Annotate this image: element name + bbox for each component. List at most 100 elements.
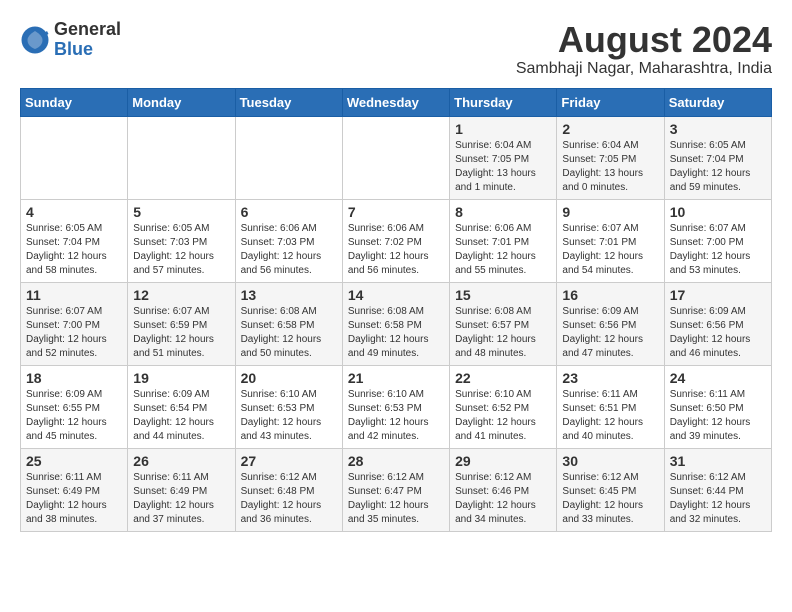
- calendar-cell: 3Sunrise: 6:05 AM Sunset: 7:04 PM Daylig…: [664, 116, 771, 199]
- calendar-cell: 18Sunrise: 6:09 AM Sunset: 6:55 PM Dayli…: [21, 365, 128, 448]
- day-info: Sunrise: 6:10 AM Sunset: 6:53 PM Dayligh…: [348, 388, 444, 444]
- day-info: Sunrise: 6:05 AM Sunset: 7:03 PM Dayligh…: [133, 222, 229, 278]
- calendar-cell: 25Sunrise: 6:11 AM Sunset: 6:49 PM Dayli…: [21, 448, 128, 531]
- day-number: 24: [670, 370, 766, 386]
- day-info: Sunrise: 6:06 AM Sunset: 7:03 PM Dayligh…: [241, 222, 337, 278]
- calendar-cell: 2Sunrise: 6:04 AM Sunset: 7:05 PM Daylig…: [557, 116, 664, 199]
- day-number: 30: [562, 453, 658, 469]
- day-info: Sunrise: 6:12 AM Sunset: 6:46 PM Dayligh…: [455, 471, 551, 527]
- calendar-cell: [235, 116, 342, 199]
- header-friday: Friday: [557, 88, 664, 116]
- day-number: 19: [133, 370, 229, 386]
- calendar-cell: 28 Sunrise: 6:12 AM Sunset: 6:47 PM Dayli…: [342, 448, 449, 531]
- calendar-week-1: 1Sunrise: 6:04 AM Sunset: 7:05 PM Daylig…: [21, 116, 772, 199]
- day-info: Sunrise: 6:12 AM Sunset: 6:44 PM Dayligh…: [670, 471, 766, 527]
- day-number: 20: [241, 370, 337, 386]
- calendar-cell: [342, 116, 449, 199]
- day-info: Sunrise: 6:11 AM Sunset: 6:49 PM Dayligh…: [133, 471, 229, 527]
- calendar-cell: 10 Sunrise: 6:07 AM Sunset: 7:00 PM Dayli…: [664, 199, 771, 282]
- calendar-cell: 26Sunrise: 6:11 AM Sunset: 6:49 PM Dayli…: [128, 448, 235, 531]
- day-info: Sunrise: 6:07 AM Sunset: 7:00 PM Dayligh…: [670, 222, 766, 278]
- calendar-cell: 1Sunrise: 6:04 AM Sunset: 7:05 PM Daylig…: [450, 116, 557, 199]
- calendar-cell: 16 Sunrise: 6:09 AM Sunset: 6:56 PM Dayli…: [557, 282, 664, 365]
- day-number: 8: [455, 204, 551, 220]
- location-subtitle: Sambhaji Nagar, Maharashtra, India: [516, 60, 772, 78]
- calendar-week-5: 25 Sunrise: 6:11 AM Sunset: 6:49 PM Dayli…: [21, 448, 772, 531]
- day-number: 6: [241, 204, 337, 220]
- calendar-cell: 12Sunrise: 6:07 AM Sunset: 6:59 PM Dayli…: [128, 282, 235, 365]
- calendar-cell: 15 Sunrise: 6:08 AM Sunset: 6:57 PM Dayli…: [450, 282, 557, 365]
- calendar-cell: 6 Sunrise: 6:06 AM Sunset: 7:03 PM Daylig…: [235, 199, 342, 282]
- day-number: 27: [241, 453, 337, 469]
- day-info: Sunrise: 6:09 AM Sunset: 6:56 PM Dayligh…: [670, 305, 766, 361]
- day-number: 18: [26, 370, 122, 386]
- calendar-cell: 17 Sunrise: 6:09 AM Sunset: 6:56 PM Dayli…: [664, 282, 771, 365]
- day-number: 21: [348, 370, 444, 386]
- day-number: 29: [455, 453, 551, 469]
- day-info: Sunrise: 6:11 AM Sunset: 6:51 PM Dayligh…: [562, 388, 658, 444]
- day-info: Sunrise: 6:06 AM Sunset: 7:01 PM Dayligh…: [455, 222, 551, 278]
- day-number: 11: [26, 287, 122, 303]
- calendar-cell: 14 Sunrise: 6:08 AM Sunset: 6:58 PM Dayli…: [342, 282, 449, 365]
- day-number: 10: [670, 204, 766, 220]
- day-info: Sunrise: 6:06 AM Sunset: 7:02 PM Dayligh…: [348, 222, 444, 278]
- day-info: Sunrise: 6:09 AM Sunset: 6:54 PM Dayligh…: [133, 388, 229, 444]
- day-info: Sunrise: 6:11 AM Sunset: 6:50 PM Dayligh…: [670, 388, 766, 444]
- header-thursday: Thursday: [450, 88, 557, 116]
- header-monday: Monday: [128, 88, 235, 116]
- calendar-cell: [128, 116, 235, 199]
- calendar-week-2: 4Sunrise: 6:05 AM Sunset: 7:04 PM Daylig…: [21, 199, 772, 282]
- day-info: Sunrise: 6:12 AM Sunset: 6:47 PM Dayligh…: [348, 471, 444, 527]
- day-number: 25: [26, 453, 122, 469]
- day-number: 9: [562, 204, 658, 220]
- calendar-cell: 24 Sunrise: 6:11 AM Sunset: 6:50 PM Dayli…: [664, 365, 771, 448]
- calendar-cell: 19 Sunrise: 6:09 AM Sunset: 6:54 PM Dayli…: [128, 365, 235, 448]
- logo: General Blue: [20, 20, 121, 60]
- day-info: Sunrise: 6:12 AM Sunset: 6:48 PM Dayligh…: [241, 471, 337, 527]
- calendar-week-4: 18Sunrise: 6:09 AM Sunset: 6:55 PM Dayli…: [21, 365, 772, 448]
- calendar-cell: 30 Sunrise: 6:12 AM Sunset: 6:45 PM Dayli…: [557, 448, 664, 531]
- day-number: 4: [26, 204, 122, 220]
- calendar-cell: 23 Sunrise: 6:11 AM Sunset: 6:51 PM Dayli…: [557, 365, 664, 448]
- header-saturday: Saturday: [664, 88, 771, 116]
- day-number: 17: [670, 287, 766, 303]
- day-info: Sunrise: 6:05 AM Sunset: 7:04 PM Dayligh…: [670, 139, 766, 195]
- day-info: Sunrise: 6:08 AM Sunset: 6:58 PM Dayligh…: [348, 305, 444, 361]
- logo-text: General Blue: [54, 20, 121, 60]
- title-block: August 2024 Sambhaji Nagar, Maharashtra,…: [516, 20, 772, 78]
- calendar-table: SundayMondayTuesdayWednesdayThursdayFrid…: [20, 88, 772, 532]
- day-info: Sunrise: 6:10 AM Sunset: 6:53 PM Dayligh…: [241, 388, 337, 444]
- calendar-header-row: SundayMondayTuesdayWednesdayThursdayFrid…: [21, 88, 772, 116]
- day-number: 23: [562, 370, 658, 386]
- calendar-cell: 22 Sunrise: 6:10 AM Sunset: 6:52 PM Dayli…: [450, 365, 557, 448]
- day-info: Sunrise: 6:07 AM Sunset: 7:00 PM Dayligh…: [26, 305, 122, 361]
- calendar-cell: 21 Sunrise: 6:10 AM Sunset: 6:53 PM Dayli…: [342, 365, 449, 448]
- day-number: 13: [241, 287, 337, 303]
- calendar-cell: 31Sunrise: 6:12 AM Sunset: 6:44 PM Dayli…: [664, 448, 771, 531]
- day-info: Sunrise: 6:07 AM Sunset: 6:59 PM Dayligh…: [133, 305, 229, 361]
- day-info: Sunrise: 6:08 AM Sunset: 6:57 PM Dayligh…: [455, 305, 551, 361]
- logo-blue: Blue: [54, 40, 121, 60]
- day-number: 22: [455, 370, 551, 386]
- calendar-cell: 4Sunrise: 6:05 AM Sunset: 7:04 PM Daylig…: [21, 199, 128, 282]
- day-number: 16: [562, 287, 658, 303]
- day-number: 15: [455, 287, 551, 303]
- header-sunday: Sunday: [21, 88, 128, 116]
- day-number: 2: [562, 121, 658, 137]
- day-number: 1: [455, 121, 551, 137]
- day-number: 28: [348, 453, 444, 469]
- day-info: Sunrise: 6:12 AM Sunset: 6:45 PM Dayligh…: [562, 471, 658, 527]
- header-tuesday: Tuesday: [235, 88, 342, 116]
- calendar-cell: 8 Sunrise: 6:06 AM Sunset: 7:01 PM Daylig…: [450, 199, 557, 282]
- logo-general: General: [54, 20, 121, 40]
- calendar-cell: 9Sunrise: 6:07 AM Sunset: 7:01 PM Daylig…: [557, 199, 664, 282]
- calendar-cell: 20 Sunrise: 6:10 AM Sunset: 6:53 PM Dayli…: [235, 365, 342, 448]
- calendar-cell: 11 Sunrise: 6:07 AM Sunset: 7:00 PM Dayli…: [21, 282, 128, 365]
- calendar-cell: 13Sunrise: 6:08 AM Sunset: 6:58 PM Dayli…: [235, 282, 342, 365]
- day-info: Sunrise: 6:09 AM Sunset: 6:56 PM Dayligh…: [562, 305, 658, 361]
- day-number: 5: [133, 204, 229, 220]
- day-number: 7: [348, 204, 444, 220]
- calendar-cell: 29 Sunrise: 6:12 AM Sunset: 6:46 PM Dayli…: [450, 448, 557, 531]
- day-number: 14: [348, 287, 444, 303]
- day-info: Sunrise: 6:10 AM Sunset: 6:52 PM Dayligh…: [455, 388, 551, 444]
